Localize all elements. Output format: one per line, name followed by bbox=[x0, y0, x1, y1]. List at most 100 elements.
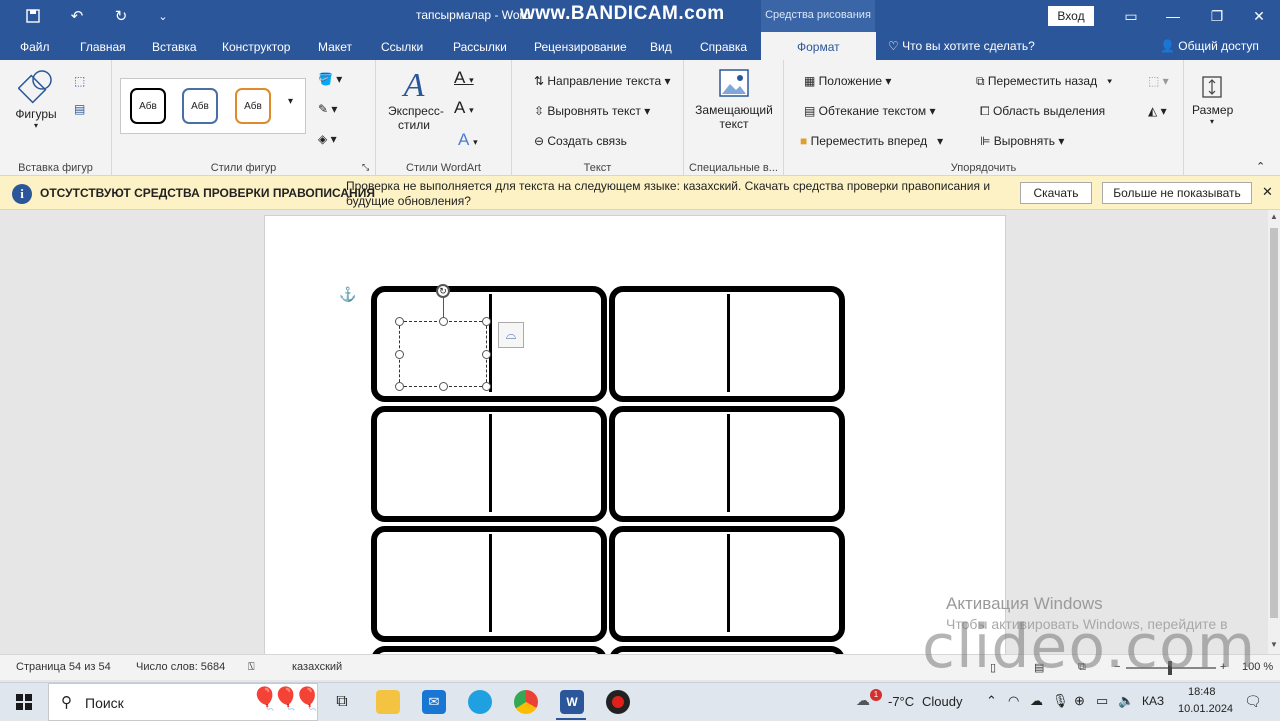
shapes-button[interactable]: Фигуры ▾ bbox=[14, 68, 58, 130]
tab-review[interactable]: Рецензирование bbox=[534, 40, 627, 54]
selected-textbox[interactable] bbox=[399, 321, 487, 387]
weather-cloud-icon[interactable]: ☁ bbox=[856, 692, 870, 709]
style-thumb-blue[interactable]: Абв bbox=[182, 88, 218, 124]
tab-view[interactable]: Вид bbox=[650, 40, 672, 54]
send-backward-button[interactable]: ⧉ Переместить назад ▾ bbox=[976, 74, 1112, 89]
gallery-more-icon[interactable]: ▾ bbox=[288, 96, 293, 107]
layout-options-icon[interactable]: ⌓ bbox=[498, 322, 524, 348]
position-button[interactable]: ▦ Положение ▾ bbox=[804, 74, 891, 88]
resize-handle[interactable] bbox=[395, 317, 404, 326]
close-icon[interactable]: ✕ bbox=[1262, 184, 1273, 200]
proofing-icon[interactable]: ⍂ bbox=[248, 661, 255, 674]
wifi-icon[interactable]: ◠ bbox=[1008, 693, 1019, 709]
tab-help[interactable]: Справка bbox=[700, 40, 747, 54]
document-page[interactable]: ⚓ ↻ ⌓ bbox=[264, 215, 1006, 666]
redo-icon[interactable]: ↻ bbox=[110, 6, 132, 26]
word-icon[interactable]: W bbox=[560, 690, 584, 714]
chevron-up-icon[interactable]: ⌃ bbox=[986, 693, 997, 709]
file-explorer-icon[interactable] bbox=[376, 690, 400, 714]
tell-me-search[interactable]: ♡ Что вы хотите сделать? bbox=[888, 39, 1035, 53]
minimize-icon[interactable]: — bbox=[1162, 6, 1184, 26]
shape-effects-icon[interactable]: ◈ ▾ bbox=[318, 132, 337, 146]
customize-quick-access-icon[interactable]: ⌄ bbox=[152, 6, 174, 26]
textbox-icon[interactable]: ▤ bbox=[74, 102, 85, 116]
clock-time[interactable]: 18:48 bbox=[1188, 686, 1216, 698]
tab-format[interactable]: Формат bbox=[761, 32, 876, 60]
task-view-icon[interactable]: ⧉ bbox=[330, 690, 354, 714]
close-icon[interactable]: ✕ bbox=[1248, 6, 1270, 26]
language-indicator[interactable]: казахский bbox=[292, 661, 342, 673]
edit-shape-icon[interactable]: ⬚ bbox=[74, 74, 85, 88]
text-fill-icon[interactable]: A ▾ bbox=[454, 68, 474, 88]
windows-start-icon[interactable] bbox=[16, 694, 32, 713]
rotate-handle-icon[interactable]: ↻ bbox=[436, 284, 450, 298]
resize-handle[interactable] bbox=[482, 350, 491, 359]
resize-handle[interactable] bbox=[482, 317, 491, 326]
battery-icon[interactable]: ▭ bbox=[1096, 693, 1108, 709]
bring-forward-button[interactable]: ■ Переместить вперед ▾ bbox=[800, 134, 943, 148]
rotate-icon[interactable]: ◭ ▾ bbox=[1148, 104, 1167, 118]
dont-show-again-button[interactable]: Больше не показывать bbox=[1102, 182, 1252, 204]
edge-icon[interactable] bbox=[468, 690, 492, 714]
volume-icon[interactable]: 🔈 bbox=[1118, 693, 1134, 709]
domino-card[interactable] bbox=[609, 526, 845, 642]
taskbar-search[interactable]: ⚲ Поиск 🎈🎈🎈 bbox=[48, 683, 321, 721]
text-effects-icon[interactable]: A ▾ bbox=[458, 130, 478, 150]
download-button[interactable]: Скачать bbox=[1020, 182, 1092, 204]
tab-mailings[interactable]: Рассылки bbox=[453, 40, 507, 54]
domino-card[interactable] bbox=[609, 406, 845, 522]
shape-fill-icon[interactable]: 🪣 ▾ bbox=[318, 72, 342, 86]
resize-handle[interactable] bbox=[482, 382, 491, 391]
shape-outline-icon[interactable]: ✎ ▾ bbox=[318, 102, 337, 116]
mail-icon[interactable]: ✉ bbox=[422, 690, 446, 714]
save-icon[interactable] bbox=[22, 6, 44, 26]
wrap-text-button[interactable]: ▤ Обтекание текстом ▾ bbox=[804, 104, 936, 118]
network-icon[interactable]: ⊕ bbox=[1074, 693, 1085, 709]
selection-pane-button[interactable]: ⧠ Область выделения bbox=[980, 104, 1105, 119]
resize-handle[interactable] bbox=[395, 382, 404, 391]
tab-home[interactable]: Главная bbox=[80, 40, 126, 54]
domino-card[interactable] bbox=[371, 526, 607, 642]
resize-handle[interactable] bbox=[395, 350, 404, 359]
align-text-button[interactable]: ⇳ Выровнять текст ▾ bbox=[534, 104, 650, 118]
login-button[interactable]: Вход bbox=[1048, 6, 1094, 26]
word-count[interactable]: Число слов: 5684 bbox=[136, 661, 225, 673]
weather-text[interactable]: Cloudy bbox=[922, 694, 962, 709]
scroll-thumb[interactable] bbox=[1270, 228, 1278, 618]
undo-icon[interactable]: ↶ bbox=[66, 6, 88, 26]
resize-handle[interactable] bbox=[439, 317, 448, 326]
domino-card[interactable] bbox=[371, 406, 607, 522]
collapse-ribbon-icon[interactable]: ⌃ bbox=[1256, 160, 1265, 173]
domino-card[interactable] bbox=[609, 286, 845, 402]
scroll-down-icon[interactable]: ▼ bbox=[1270, 640, 1278, 649]
notifications-icon[interactable]: 🗨 bbox=[1244, 693, 1262, 710]
bandicam-record-icon[interactable] bbox=[606, 690, 630, 714]
style-thumb-orange[interactable]: Абв bbox=[235, 88, 271, 124]
scroll-up-icon[interactable]: ▲ bbox=[1270, 212, 1278, 221]
restore-icon[interactable]: ❐ bbox=[1206, 6, 1228, 26]
create-link-button[interactable]: ⊖ Создать связь bbox=[534, 134, 627, 148]
size-button[interactable]: Размер ▾ bbox=[1192, 74, 1233, 126]
align-button[interactable]: ⊫ Выровнять ▾ bbox=[980, 134, 1064, 148]
resize-handle[interactable] bbox=[439, 382, 448, 391]
share-button[interactable]: 👤 Общий доступ bbox=[1160, 39, 1259, 53]
tab-references[interactable]: Ссылки bbox=[381, 40, 423, 54]
onedrive-icon[interactable]: ☁ bbox=[1030, 693, 1043, 709]
tab-layout[interactable]: Макет bbox=[318, 40, 352, 54]
microphone-icon[interactable]: 🎙 bbox=[1052, 693, 1069, 709]
vertical-scrollbar[interactable]: ▲ ▼ bbox=[1268, 210, 1280, 654]
alt-text-button[interactable]: Замещающий текст bbox=[692, 68, 776, 131]
dialog-launcher-icon[interactable]: ⤡ bbox=[362, 162, 369, 173]
chrome-icon[interactable] bbox=[514, 690, 538, 714]
style-thumb-black[interactable]: Абв bbox=[130, 88, 166, 124]
clock-date[interactable]: 10.01.2024 bbox=[1178, 703, 1233, 715]
tab-design[interactable]: Конструктор bbox=[222, 40, 290, 54]
express-styles-button[interactable]: A Экспресс- стили bbox=[388, 68, 444, 133]
ribbon-display-icon[interactable]: ▭ bbox=[1120, 6, 1142, 26]
group-objects-icon[interactable]: ⬚ ▾ bbox=[1148, 74, 1169, 88]
text-outline-icon[interactable]: A ▾ bbox=[454, 98, 474, 118]
tab-file[interactable]: Файл bbox=[20, 40, 50, 54]
text-direction-button[interactable]: ⇅ Направление текста ▾ bbox=[534, 74, 671, 88]
page-count[interactable]: Страница 54 из 54 bbox=[16, 661, 111, 673]
temperature[interactable]: -7°C bbox=[888, 694, 914, 709]
